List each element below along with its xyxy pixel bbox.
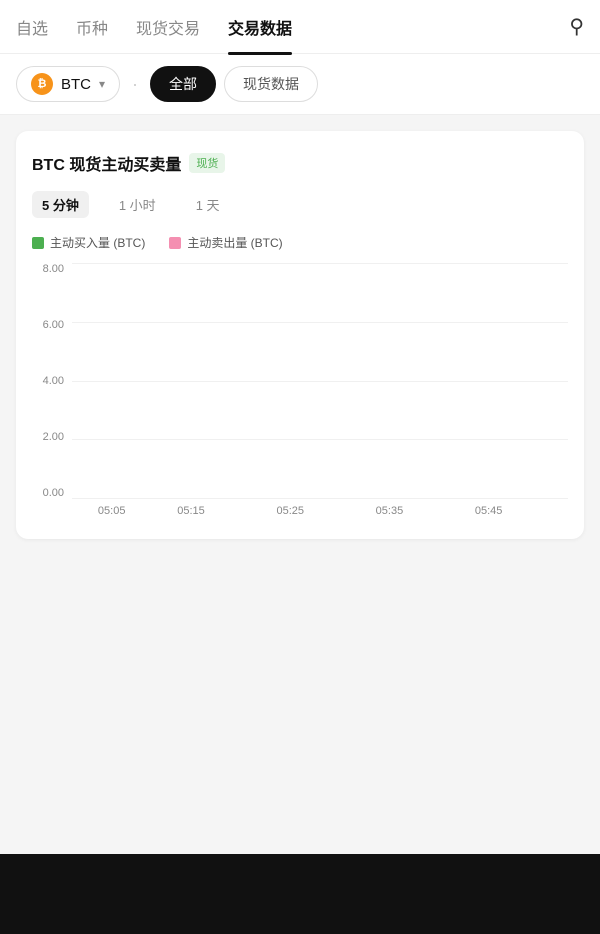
x-axis: 05:05 05:15 05:25 05:35 05:45 [72, 499, 568, 523]
chart-card: BTC 现货主动买卖量 现货 5 分钟 1 小时 1 天 主动买入量 (BTC)… [16, 131, 584, 539]
legend-buy: 主动买入量 (BTC) [32, 234, 145, 251]
chart-body: 05:05 05:15 05:25 05:35 05:45 [72, 263, 568, 523]
filter-spot-button[interactable]: 现货数据 [224, 66, 318, 102]
spot-badge: 现货 [189, 153, 225, 173]
nav-item-coins[interactable]: 币种 [76, 0, 108, 55]
bottom-bar [0, 854, 600, 934]
nav-item-trade-data[interactable]: 交易数据 [228, 0, 292, 55]
nav-items: 自选 币种 现货交易 交易数据 [16, 0, 569, 55]
y-axis: 8.00 6.00 4.00 2.00 0.00 [32, 263, 72, 523]
legend-buy-label: 主动买入量 (BTC) [50, 234, 145, 251]
x-label: 05:35 [376, 505, 404, 517]
filter-row: ₿ BTC ▾ · 全部 现货数据 [0, 54, 600, 115]
coin-icon: ₿ [31, 73, 53, 95]
card-title-row: BTC 现货主动买卖量 现货 [32, 151, 568, 175]
tab-1hour[interactable]: 1 小时 [109, 191, 166, 218]
x-label: 05:25 [276, 505, 304, 517]
y-label-6: 6.00 [43, 319, 64, 331]
divider: · [132, 74, 138, 95]
legend-sell: 主动卖出量 (BTC) [169, 234, 282, 251]
card-title-text: BTC 现货主动买卖量 [32, 151, 181, 175]
tab-1day[interactable]: 1 天 [186, 191, 230, 218]
x-label: 05:05 [98, 505, 126, 517]
tab-5min[interactable]: 5 分钟 [32, 191, 89, 218]
nav-item-spot-trading[interactable]: 现货交易 [136, 0, 200, 55]
legend-sell-label: 主动卖出量 (BTC) [187, 234, 282, 251]
top-navigation: 自选 币种 现货交易 交易数据 ⚲ [0, 0, 600, 54]
legend-sell-icon [169, 237, 181, 249]
bars-container [72, 263, 568, 499]
main-content: BTC 现货主动买卖量 现货 5 分钟 1 小时 1 天 主动买入量 (BTC)… [0, 115, 600, 555]
y-label-2: 2.00 [43, 431, 64, 443]
nav-item-watchlist[interactable]: 自选 [16, 0, 48, 55]
search-icon[interactable]: ⚲ [569, 14, 584, 39]
filter-all-button[interactable]: 全部 [150, 66, 216, 102]
legend-buy-icon [32, 237, 44, 249]
coin-selector[interactable]: ₿ BTC ▾ [16, 66, 120, 102]
x-label: 05:45 [475, 505, 503, 517]
chart-legend: 主动买入量 (BTC) 主动卖出量 (BTC) [32, 234, 568, 251]
chevron-down-icon: ▾ [99, 77, 105, 91]
filter-buttons: 全部 现货数据 [150, 66, 318, 102]
y-label-4: 4.00 [43, 375, 64, 387]
x-label: 05:15 [177, 505, 205, 517]
coin-label: BTC [61, 76, 91, 93]
chart-area: 8.00 6.00 4.00 2.00 0.00 [32, 263, 568, 523]
y-label-0: 0.00 [43, 487, 64, 499]
y-label-8: 8.00 [43, 263, 64, 275]
time-tabs: 5 分钟 1 小时 1 天 [32, 191, 568, 218]
